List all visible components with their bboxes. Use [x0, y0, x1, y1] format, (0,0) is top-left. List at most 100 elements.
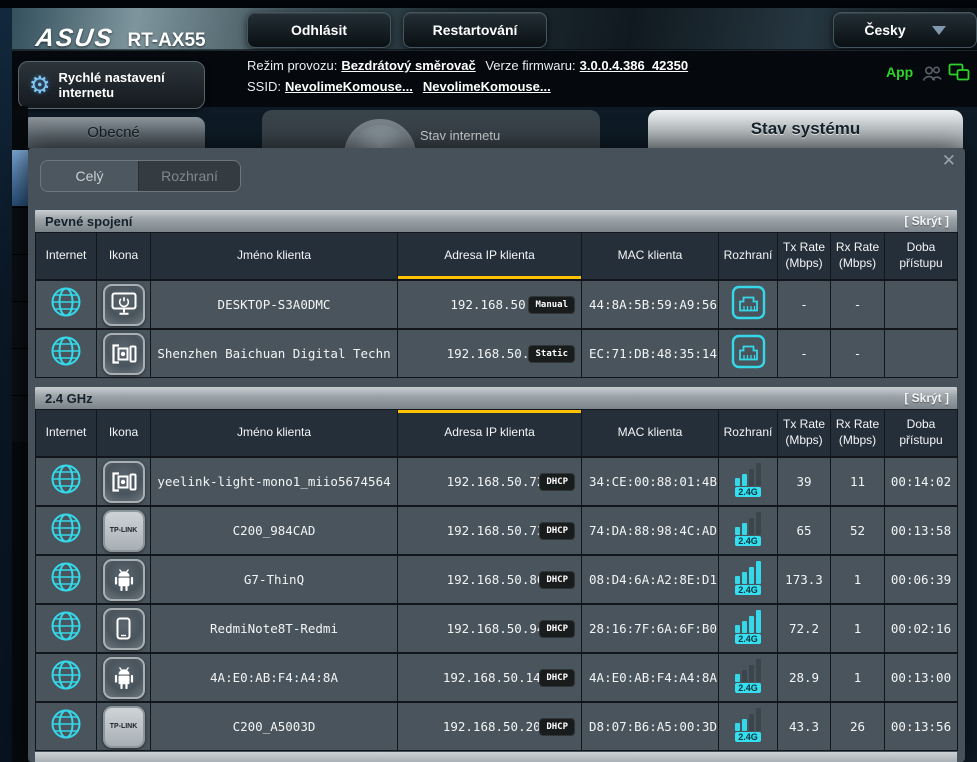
- info-text: Režim provozu:Bezdrátový směrovač Verze …: [247, 55, 694, 97]
- client-mac-cell: 08:D4:6A:A2:8E:D1: [582, 555, 719, 604]
- client-name: RedmiNote8T-Redmi: [151, 604, 398, 653]
- ssid-label: SSID:: [247, 79, 281, 94]
- band-badge: 2.4G: [735, 585, 761, 595]
- column-header[interactable]: Doba přístupu: [885, 233, 958, 281]
- ip-camera-icon[interactable]: [103, 333, 145, 375]
- access-time: 00:02:16: [885, 604, 958, 653]
- ip-camera-icon[interactable]: [103, 461, 145, 503]
- column-header[interactable]: Tx Rate (Mbps): [778, 410, 831, 458]
- section-hide-link[interactable]: [ Skrýt ]: [904, 391, 957, 405]
- client-row[interactable]: TP-LINKC200_A5003D192.168.50.202DHCPD8:0…: [36, 702, 958, 751]
- desktop-monitor-icon[interactable]: [103, 284, 145, 326]
- column-header[interactable]: Jméno klienta: [151, 410, 398, 458]
- internet-status-label: Stav internetu: [420, 128, 500, 143]
- ip-mode-badge: DHCP: [539, 522, 575, 540]
- icon-cell: TP-LINK: [97, 702, 151, 751]
- asus-logo: ASUS: [34, 24, 116, 53]
- tab-interface[interactable]: Rozhraní: [139, 161, 240, 191]
- column-header[interactable]: Adresa IP klienta: [398, 233, 582, 281]
- client-row[interactable]: 4A:E0:AB:F4:A4:8A192.168.50.145DHCP4A:E0…: [36, 653, 958, 702]
- language-selector[interactable]: Česky: [833, 12, 977, 48]
- wifi-signal-icon: 2.4G: [735, 659, 761, 693]
- client-row[interactable]: DESKTOP-S3A0DMC192.168.50.2Manual44:8A:5…: [36, 280, 958, 329]
- dimmed-sidebar-selected-item: [12, 150, 28, 206]
- section-header: Pevné spojení [ Skrýt ]: [35, 210, 957, 232]
- clients-people-icon[interactable]: [922, 65, 944, 86]
- column-header[interactable]: MAC klienta: [582, 233, 719, 281]
- column-header[interactable]: Doba přístupu: [885, 410, 958, 458]
- wifi-signal-icon: 2.4G: [735, 463, 761, 497]
- ssid-link-1[interactable]: NevolimeKomouse...: [285, 79, 413, 94]
- internet-globe-icon: [50, 708, 82, 740]
- rx-rate: 26: [831, 702, 885, 751]
- device-icon-button[interactable]: TP-LINK: [103, 510, 145, 552]
- reboot-button[interactable]: Restartování: [403, 12, 547, 48]
- tab-all[interactable]: Celý: [41, 161, 139, 191]
- column-header[interactable]: Ikona: [97, 410, 151, 458]
- smartphone-icon[interactable]: [103, 608, 145, 650]
- client-name: yeelink-light-mono1_miio5674564: [151, 457, 398, 506]
- client-mac: 74:DA:88:98:4C:AD: [589, 523, 717, 538]
- band-badge: 2.4G: [735, 536, 761, 546]
- wifi-signal-icon: 2.4G: [735, 610, 761, 644]
- client-row[interactable]: Shenzhen Baichuan Digital Techn192.168.5…: [36, 329, 958, 378]
- dimmed-sidebar-item: [12, 207, 28, 254]
- internet-globe-icon: [50, 561, 82, 593]
- firmware-link[interactable]: 3.0.0.4.386_42350: [580, 58, 688, 73]
- client-ip: 192.168.50.94: [447, 621, 545, 636]
- column-header[interactable]: Internet: [36, 410, 97, 458]
- wifi-signal-icon: 2.4G: [735, 512, 761, 546]
- internet-globe-icon: [50, 335, 82, 367]
- ip-mode-badge: DHCP: [539, 473, 575, 491]
- icon-cell: [97, 555, 151, 604]
- signal-bars: [735, 610, 761, 633]
- client-name: G7-ThinQ: [151, 555, 398, 604]
- tx-rate: 39: [778, 457, 831, 506]
- column-header[interactable]: Rozhraní: [719, 233, 778, 281]
- column-header[interactable]: Rx Rate (Mbps): [831, 233, 885, 281]
- internet-cell: [36, 329, 97, 378]
- signal-bars: [735, 659, 761, 682]
- access-time: 00:13:58: [885, 506, 958, 555]
- client-row[interactable]: G7-ThinQ192.168.50.86DHCP08:D4:6A:A2:8E:…: [36, 555, 958, 604]
- logout-button[interactable]: Odhlásit: [247, 12, 391, 48]
- wifi-clients-table: InternetIkonaJméno klientaAdresa IP klie…: [35, 409, 958, 751]
- column-header[interactable]: Rozhraní: [719, 410, 778, 458]
- interface-cell: [719, 280, 778, 329]
- client-row[interactable]: TP-LINKC200_984CAD192.168.50.73DHCP74:DA…: [36, 506, 958, 555]
- client-row[interactable]: RedmiNote8T-Redmi192.168.50.94DHCP28:16:…: [36, 604, 958, 653]
- app-link[interactable]: App: [886, 64, 913, 80]
- section-hide-link[interactable]: [ Skrýt ]: [904, 214, 957, 228]
- section-title: 2.4 GHz: [35, 391, 93, 406]
- sidebar-tab-general[interactable]: Obecné: [22, 117, 205, 148]
- column-header[interactable]: Jméno klienta: [151, 233, 398, 281]
- ssid-link-2[interactable]: NevolimeKomouse...: [423, 79, 551, 94]
- column-header[interactable]: MAC klienta: [582, 410, 719, 458]
- close-icon[interactable]: ✕: [942, 151, 956, 171]
- dimmed-sidebar-item: [12, 395, 28, 442]
- dimmed-sidebar-item: [12, 348, 28, 395]
- connected-devices-icon[interactable]: [948, 63, 970, 86]
- device-icon-button[interactable]: TP-LINK: [103, 706, 145, 748]
- system-status-panel[interactable]: Stav systému: [648, 110, 963, 148]
- android-phone-icon[interactable]: [103, 559, 145, 601]
- column-header[interactable]: Ikona: [97, 233, 151, 281]
- column-header[interactable]: Adresa IP klienta: [398, 410, 582, 458]
- client-ip-cell: 192.168.50.94DHCP: [398, 604, 582, 653]
- client-row[interactable]: yeelink-light-mono1_miio5674564192.168.5…: [36, 457, 958, 506]
- column-header[interactable]: Tx Rate (Mbps): [778, 233, 831, 281]
- icon-cell: [97, 329, 151, 378]
- section-title: Pevné spojení: [35, 214, 132, 229]
- client-ip-cell: 192.168.50.40Static: [398, 329, 582, 378]
- mode-link[interactable]: Bezdrátový směrovač: [341, 58, 475, 73]
- column-header[interactable]: Internet: [36, 233, 97, 281]
- android-phone-icon[interactable]: [103, 657, 145, 699]
- quick-internet-setup-button[interactable]: ⚙ Rychlé nastavení internetu: [18, 61, 205, 109]
- column-header[interactable]: Rx Rate (Mbps): [831, 410, 885, 458]
- tx-rate: 43.3: [778, 702, 831, 751]
- icon-cell: TP-LINK: [97, 506, 151, 555]
- client-ip-cell: 192.168.50.2Manual: [398, 280, 582, 329]
- client-mac: 4A:E0:AB:F4:A4:8A: [589, 670, 717, 685]
- view-tabs: Celý Rozhraní: [40, 160, 241, 192]
- rx-rate: -: [831, 280, 885, 329]
